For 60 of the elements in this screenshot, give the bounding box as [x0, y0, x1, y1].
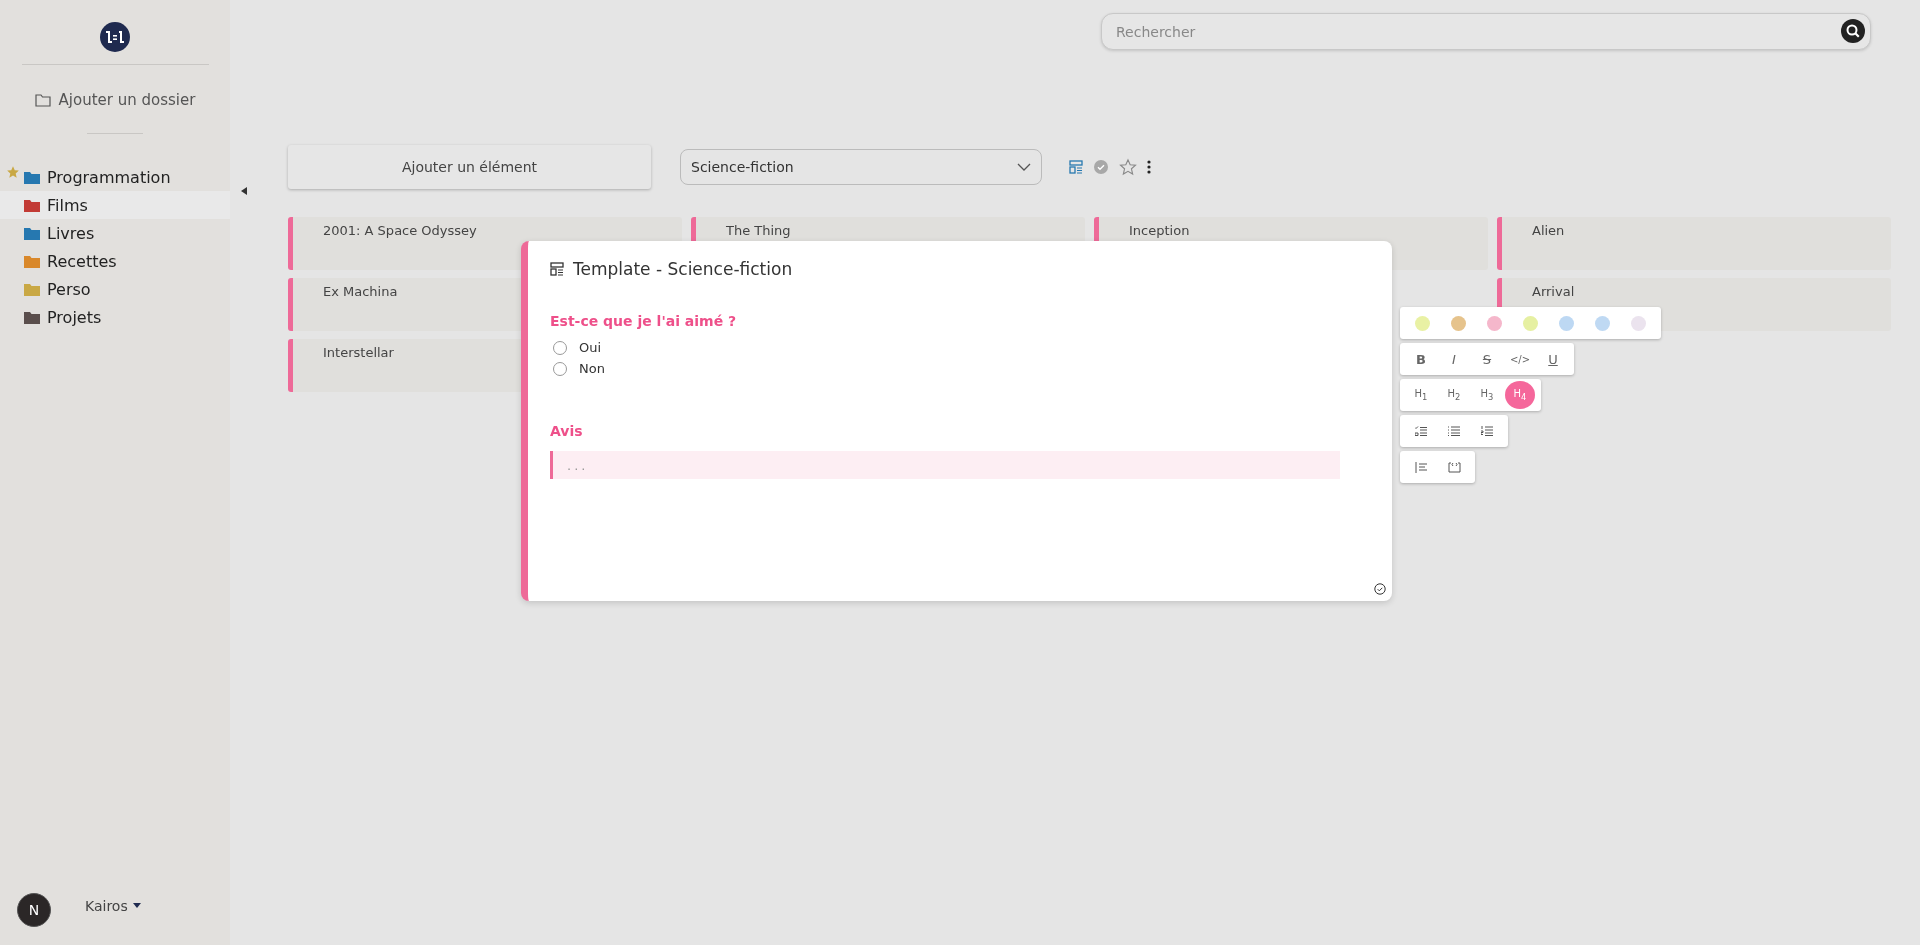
color-swatch[interactable] [1451, 315, 1466, 331]
folder-item[interactable]: Programmation [0, 163, 230, 191]
color-swatch[interactable] [1487, 315, 1502, 331]
review-label: Avis [550, 423, 584, 439]
search-icon[interactable] [1841, 19, 1865, 43]
more-icon[interactable] [1147, 160, 1151, 174]
color-swatch[interactable] [1595, 315, 1610, 331]
item-title: Alien [1532, 223, 1565, 238]
quote-icon [1415, 461, 1427, 473]
logo-icon[interactable] [100, 22, 130, 52]
folder-label: Programmation [47, 167, 171, 187]
code-block-icon [1447, 461, 1461, 473]
color-swatch[interactable] [1559, 315, 1574, 331]
template-icon [550, 262, 564, 276]
caret-icon [132, 903, 141, 909]
item-title: Arrival [1532, 284, 1575, 299]
item-title: The Thing [726, 223, 791, 238]
folder-icon [34, 93, 51, 107]
folder-item[interactable]: Films [0, 191, 230, 219]
format-button[interactable]: I [1439, 345, 1469, 373]
collapse-icon[interactable] [241, 187, 247, 195]
item-title: 2001: A Space Odyssey [323, 223, 477, 238]
check-circle-icon[interactable] [1374, 583, 1386, 595]
color-swatch[interactable] [1523, 315, 1538, 331]
format-button[interactable]: U [1538, 345, 1568, 373]
heading-button[interactable]: H$_{1}$ [1406, 381, 1436, 409]
checklist-icon [1415, 426, 1427, 436]
color-swatch[interactable] [1631, 315, 1646, 331]
format-button[interactable]: </> [1505, 345, 1535, 373]
folder-label: Projets [47, 307, 102, 327]
check-circle-icon[interactable] [1093, 159, 1109, 175]
numbered-list-icon [1481, 426, 1493, 436]
folder-label: Perso [47, 279, 91, 299]
template-icon[interactable] [1069, 160, 1083, 174]
chevron-down-icon [1017, 163, 1031, 171]
user-avatar[interactable]: N [17, 893, 51, 927]
user-menu[interactable]: Kairos [85, 898, 141, 914]
item-title: Interstellar [323, 345, 394, 360]
review-field[interactable]: ... [550, 451, 1340, 479]
item-title: Inception [1129, 223, 1190, 238]
folder-label: Recettes [47, 251, 117, 271]
color-swatch[interactable] [1415, 315, 1430, 331]
folder-item[interactable]: Recettes [0, 247, 230, 275]
bullet-list-icon [1448, 426, 1460, 436]
folder-label: Films [47, 195, 88, 215]
add-folder-button[interactable]: Ajouter un dossier [30, 87, 200, 113]
format-button[interactable]: S [1472, 345, 1502, 373]
template-select[interactable]: Science-fiction [680, 149, 1042, 185]
item-title: Ex Machina [323, 284, 398, 299]
star-icon[interactable] [1119, 158, 1137, 176]
folder-label: Livres [47, 223, 95, 243]
folder-item[interactable]: Livres [0, 219, 230, 247]
folder-item[interactable]: Perso [0, 275, 230, 303]
item-card[interactable]: Alien [1497, 217, 1891, 270]
format-button[interactable]: B [1406, 345, 1436, 373]
search-field[interactable]: Rechercher [1101, 13, 1871, 50]
add-item-button[interactable]: Ajouter un élément [288, 145, 651, 189]
folder-item[interactable]: Projets [0, 303, 230, 331]
heading-button[interactable]: H$_{2}$ [1439, 381, 1469, 409]
heading-button[interactable]: H$_{3}$ [1472, 381, 1502, 409]
